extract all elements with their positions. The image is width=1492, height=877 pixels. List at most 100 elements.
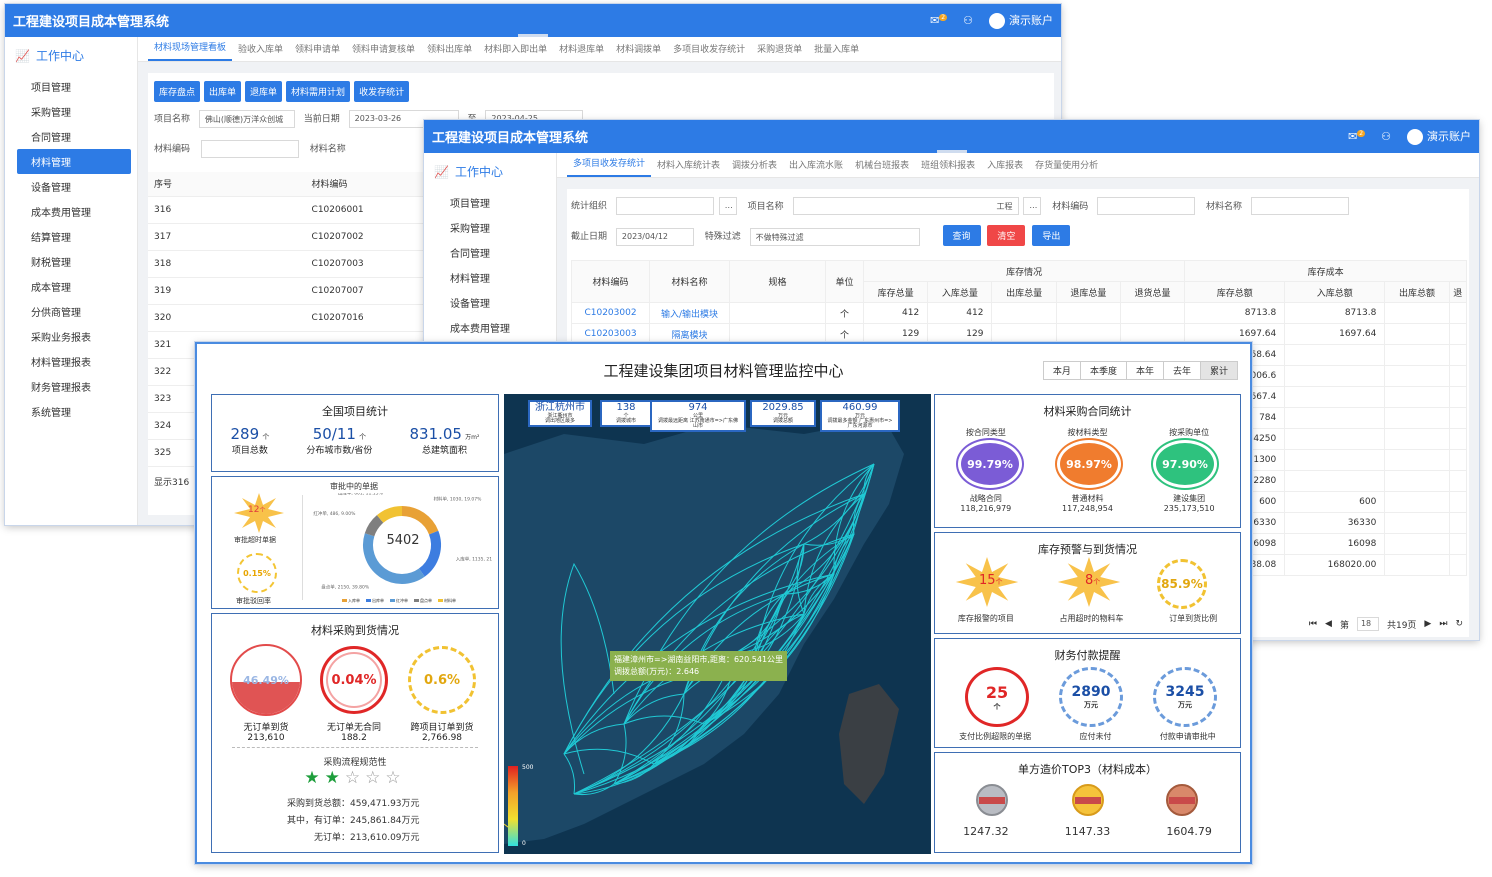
name-field[interactable] — [1250, 197, 1349, 215]
over-limit-gauge: 25 个 — [965, 667, 1029, 727]
sidebar-item-2[interactable]: 合同管理 — [424, 240, 556, 265]
taiwan-island — [839, 684, 899, 804]
tab-6[interactable]: 材料退库单 — [553, 42, 610, 61]
tab-7[interactable]: 材料调拨单 — [610, 42, 667, 61]
org-icon[interactable]: ⚇ — [963, 14, 973, 27]
tab-5[interactable]: 班组领料报表 — [915, 158, 981, 177]
sidebar-item-0[interactable]: 项目管理 — [424, 190, 556, 215]
transfer-flow-map[interactable]: 浙江杭州市 浙江衢州市 调出地区最多 138 个调拨城市 974 公里 调拨最远距离 江苏南通… — [504, 394, 931, 854]
sidebar-item-1[interactable]: 采购管理 — [424, 215, 556, 240]
sidebar-item-4[interactable]: 设备管理 — [5, 174, 137, 199]
tab-8[interactable]: 多项目收发存统计 — [667, 42, 751, 61]
tab-3[interactable]: 领料申请复核单 — [346, 42, 421, 61]
sidebar-item-5[interactable]: 成本费用管理 — [5, 199, 137, 224]
tab-9[interactable]: 采购退货单 — [751, 42, 808, 61]
work-center-link[interactable]: 📈 工作中心 — [5, 37, 137, 74]
cell-code[interactable]: C10203002 — [571, 302, 650, 324]
project-field[interactable]: 佛山(顺德)万洋众创城 — [198, 110, 295, 128]
project-total-label: 项目总数 — [231, 446, 268, 456]
sidebar-item-12[interactable]: 财务管理报表 — [5, 374, 137, 399]
filter-select[interactable]: 不做特殊过滤 — [749, 227, 920, 246]
account-menu[interactable]: 演示账户 — [989, 12, 1053, 29]
cell-empty — [1448, 449, 1468, 471]
legend-item: 出库单 — [366, 598, 384, 604]
last-page-icon[interactable]: ⏭ — [1439, 619, 1447, 629]
map-stat-box: 138 个调拨城市 — [600, 400, 652, 427]
proj-field[interactable]: 工程 — [792, 197, 1019, 215]
account-menu[interactable]: 演示账户 — [1407, 128, 1471, 145]
period-3[interactable]: 去年 — [1163, 362, 1201, 379]
org-field[interactable] — [615, 197, 714, 215]
star-icon: ☆ — [344, 768, 366, 788]
tab-2[interactable]: 调拨分析表 — [726, 158, 783, 177]
table-cell: 318 — [148, 250, 306, 278]
sidebar-item-13[interactable]: 系统管理 — [5, 399, 137, 424]
notification-icon[interactable]: ✉ 2 — [930, 14, 948, 27]
sidebar-item-3[interactable]: 材料管理 — [17, 149, 131, 174]
col-stock: 库存情况 — [862, 260, 1186, 282]
tab-3[interactable]: 出入库流水账 — [783, 158, 849, 177]
tab-0[interactable]: 多项目收发存统计 — [567, 156, 652, 177]
query-button[interactable]: 查询 — [942, 225, 981, 246]
sidebar-item-2[interactable]: 合同管理 — [5, 124, 137, 149]
tab-7[interactable]: 存货量使用分析 — [1029, 158, 1104, 177]
sidebar-item-6[interactable]: 结算管理 — [5, 224, 137, 249]
tab-1[interactable]: 材料入库统计表 — [651, 158, 726, 177]
tooltip-route: 福建漳州市=>湖南益阳市,距离：620.541公里 — [614, 655, 784, 664]
period-2[interactable]: 本年 — [1126, 362, 1164, 379]
end-date-field[interactable]: 2023/04/12 — [615, 227, 694, 246]
tab-1[interactable]: 验收入库单 — [232, 42, 289, 61]
period-4[interactable]: 累计 — [1200, 362, 1237, 379]
action-button-0[interactable]: 库存盘点 — [154, 81, 201, 102]
work-center-link[interactable]: 📈 工作中心 — [424, 153, 556, 190]
tab-2[interactable]: 领料申请单 — [289, 42, 346, 61]
sidebar-item-4[interactable]: 设备管理 — [424, 290, 556, 315]
code-field[interactable] — [1097, 197, 1196, 215]
sidebar-item-5[interactable]: 成本费用管理 — [424, 315, 556, 340]
project-total-unit: 个 — [262, 433, 270, 441]
cell-empty — [1448, 554, 1468, 576]
tab-5[interactable]: 材料即入即出单 — [478, 42, 553, 61]
notification-icon[interactable]: ✉ 2 — [1348, 130, 1366, 143]
org-picker-button[interactable]: … — [718, 197, 737, 215]
sidebar-item-10[interactable]: 采购业务报表 — [5, 324, 137, 349]
donut-slice[interactable] — [401, 506, 439, 535]
cell-value: 412 — [927, 302, 993, 324]
page-input[interactable]: 18 — [1356, 617, 1379, 631]
period-1[interactable]: 本季度 — [1080, 362, 1127, 379]
tab-4[interactable]: 领料出库单 — [421, 42, 478, 61]
sidebar-item-1[interactable]: 采购管理 — [5, 99, 137, 124]
action-button-3[interactable]: 材料需用计划 — [286, 81, 351, 102]
org-icon[interactable]: ⚇ — [1381, 130, 1391, 143]
map-stat-label: 调拨总额 — [772, 417, 793, 424]
tab-0[interactable]: 材料现场管理看板 — [148, 40, 233, 61]
sidebar-item-8[interactable]: 成本管理 — [5, 274, 137, 299]
tab-6[interactable]: 入库报表 — [981, 158, 1029, 177]
action-button-1[interactable]: 出库单 — [204, 81, 242, 102]
tab-10[interactable]: 批量入库单 — [808, 42, 865, 61]
tab-4[interactable]: 机械台班报表 — [849, 158, 915, 177]
cross-project-label: 跨项目订单到货 — [410, 723, 474, 733]
table-row[interactable]: C10203002 输入/输出模块个 412 412 8713.8 8713.8 — [571, 302, 1468, 324]
clear-button[interactable]: 清空 — [987, 225, 1026, 246]
sidebar-item-0[interactable]: 项目管理 — [5, 74, 137, 99]
end-date-label: 截止日期 — [571, 232, 608, 242]
sidebar-item-7[interactable]: 财税管理 — [5, 249, 137, 274]
next-page-icon[interactable]: ▶ — [1424, 619, 1431, 629]
first-page-icon[interactable]: ⏮ — [1309, 619, 1317, 629]
refresh-icon[interactable]: ↻ — [1455, 619, 1463, 629]
sidebar-item-11[interactable]: 材料管理报表 — [5, 349, 137, 374]
period-0[interactable]: 本月 — [1043, 362, 1081, 379]
donut-slice[interactable] — [376, 506, 403, 524]
proj-picker-button[interactable]: … — [1023, 197, 1042, 215]
sidebar-item-9[interactable]: 分供商管理 — [5, 299, 137, 324]
code-field[interactable] — [200, 140, 299, 158]
prev-page-icon[interactable]: ◀ — [1325, 619, 1332, 629]
account-name: 演示账户 — [1427, 130, 1471, 143]
export-button[interactable]: 导出 — [1032, 225, 1071, 246]
action-button-2[interactable]: 退库单 — [245, 81, 283, 102]
donut-center: 5402 — [386, 533, 420, 548]
action-button-4[interactable]: 收发存统计 — [354, 81, 410, 102]
area-total: 831.05 — [409, 425, 462, 443]
sidebar-item-3[interactable]: 材料管理 — [424, 265, 556, 290]
